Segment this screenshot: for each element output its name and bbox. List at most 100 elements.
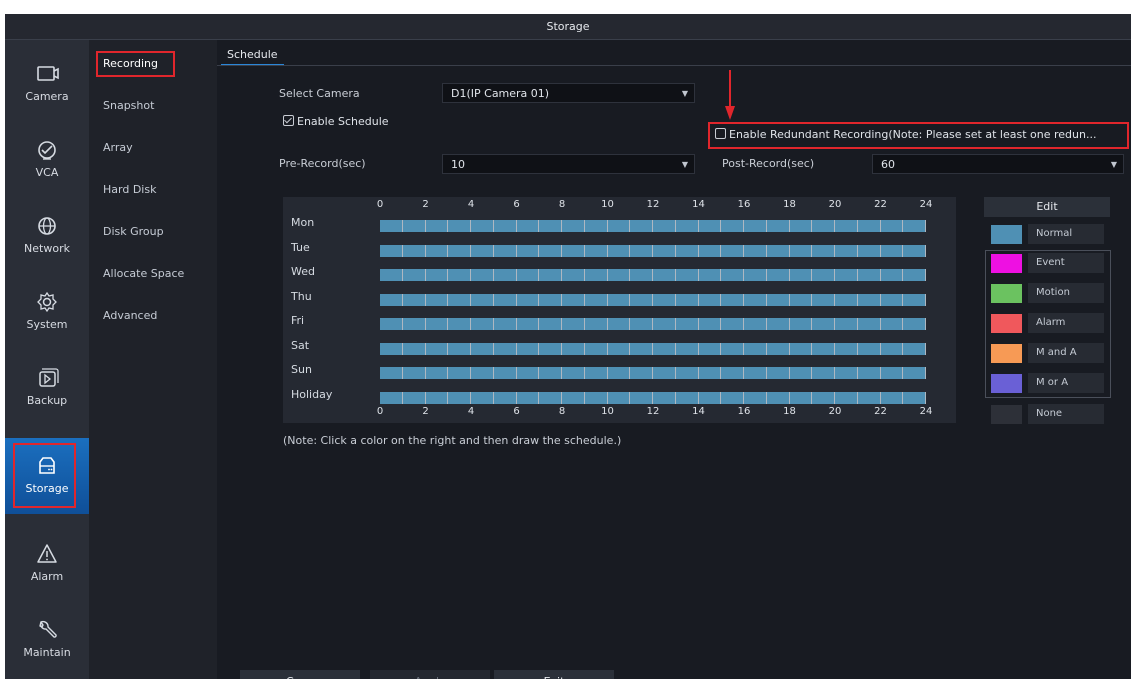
schedule-cell[interactable] <box>721 220 744 232</box>
schedule-cell[interactable] <box>448 220 471 232</box>
submenu-advanced[interactable]: Advanced <box>89 302 217 330</box>
schedule-cell[interactable] <box>698 269 722 281</box>
schedule-cell[interactable] <box>835 318 858 330</box>
schedule-cell[interactable] <box>516 367 540 379</box>
schedule-cell[interactable] <box>630 367 653 379</box>
schedule-cell[interactable] <box>607 220 631 232</box>
schedule-cell[interactable] <box>425 318 449 330</box>
schedule-cell[interactable] <box>766 293 790 306</box>
schedule-cell[interactable] <box>471 367 494 379</box>
schedule-cell[interactable] <box>653 342 676 355</box>
schedule-cell[interactable] <box>789 244 813 257</box>
schedule-cell[interactable] <box>789 367 813 379</box>
legend-item-alarm[interactable]: Alarm <box>984 312 1110 334</box>
nav-item-maintain[interactable]: Maintain <box>5 602 89 678</box>
schedule-cell[interactable] <box>380 318 403 330</box>
schedule-cell[interactable] <box>698 367 722 379</box>
nav-item-vca[interactable]: VCA <box>5 122 89 198</box>
schedule-cell[interactable] <box>698 293 722 306</box>
schedule-grid[interactable]: 0 0 2 2 4 4 6 6 8 8 10 10 12 12 14 14 16 16 18 18 20 20 22 22 24… <box>283 197 956 423</box>
schedule-cell[interactable] <box>675 367 699 379</box>
schedule-cell[interactable] <box>812 220 835 232</box>
color-swatch[interactable] <box>991 374 1022 393</box>
submenu-disk-group[interactable]: Disk Group <box>89 218 217 246</box>
schedule-cell[interactable] <box>698 318 722 330</box>
schedule-cell[interactable] <box>812 269 835 281</box>
schedule-row[interactable] <box>380 220 926 232</box>
schedule-cell[interactable] <box>698 391 722 404</box>
schedule-cell[interactable] <box>516 220 540 232</box>
schedule-cell[interactable] <box>539 318 562 330</box>
schedule-cell[interactable] <box>789 220 813 232</box>
schedule-cell[interactable] <box>516 318 540 330</box>
schedule-cell[interactable] <box>880 244 904 257</box>
camera-select[interactable]: D1(IP Camera 01) ▼ <box>442 83 695 103</box>
schedule-cell[interactable] <box>789 318 813 330</box>
submenu-allocate-space[interactable]: Allocate Space <box>89 260 217 288</box>
schedule-cell[interactable] <box>880 318 904 330</box>
schedule-cell[interactable] <box>675 293 699 306</box>
schedule-cell[interactable] <box>653 391 676 404</box>
schedule-cell[interactable] <box>744 342 767 355</box>
schedule-cell[interactable] <box>562 220 585 232</box>
schedule-cell[interactable] <box>493 269 517 281</box>
schedule-cell[interactable] <box>402 318 426 330</box>
schedule-row[interactable] <box>380 391 926 404</box>
schedule-cell[interactable] <box>539 269 562 281</box>
schedule-cell[interactable] <box>380 342 403 355</box>
submenu-array[interactable]: Array <box>89 134 217 162</box>
edit-button[interactable]: Edit <box>984 197 1110 217</box>
schedule-cell[interactable] <box>744 318 767 330</box>
color-swatch[interactable] <box>991 405 1022 424</box>
schedule-cell[interactable] <box>812 293 835 306</box>
schedule-cell[interactable] <box>630 318 653 330</box>
schedule-cell[interactable] <box>493 318 517 330</box>
schedule-cell[interactable] <box>471 318 494 330</box>
schedule-cell[interactable] <box>789 342 813 355</box>
legend-item-motion[interactable]: Motion <box>984 282 1110 304</box>
schedule-cell[interactable] <box>744 367 767 379</box>
schedule-cell[interactable] <box>653 269 676 281</box>
schedule-cell[interactable] <box>607 391 631 404</box>
schedule-cell[interactable] <box>516 342 540 355</box>
schedule-cell[interactable] <box>471 342 494 355</box>
schedule-cell[interactable] <box>721 367 744 379</box>
submenu-snapshot[interactable]: Snapshot <box>89 92 217 120</box>
schedule-cell[interactable] <box>607 269 631 281</box>
schedule-cell[interactable] <box>835 293 858 306</box>
schedule-cell[interactable] <box>584 293 608 306</box>
schedule-row[interactable] <box>380 367 926 379</box>
schedule-cell[interactable] <box>721 293 744 306</box>
schedule-cell[interactable] <box>380 391 403 404</box>
copy-button[interactable]: Copy <box>240 670 360 679</box>
schedule-cell[interactable] <box>380 367 403 379</box>
schedule-cell[interactable] <box>584 269 608 281</box>
redundant-recording-checkbox[interactable]: Enable Redundant Recording(Note: Please … <box>715 128 1096 141</box>
schedule-cell[interactable] <box>880 367 904 379</box>
schedule-cell[interactable] <box>448 244 471 257</box>
schedule-cell[interactable] <box>425 269 449 281</box>
nav-item-network[interactable]: Network <box>5 198 89 274</box>
schedule-cell[interactable] <box>380 269 403 281</box>
schedule-cell[interactable] <box>880 391 904 404</box>
nav-item-storage[interactable]: Storage <box>5 438 89 514</box>
schedule-cell[interactable] <box>789 293 813 306</box>
nav-item-backup[interactable]: Backup <box>5 350 89 426</box>
schedule-cell[interactable] <box>471 244 494 257</box>
schedule-cell[interactable] <box>448 342 471 355</box>
schedule-cell[interactable] <box>471 391 494 404</box>
schedule-cell[interactable] <box>880 293 904 306</box>
schedule-row[interactable] <box>380 269 926 281</box>
schedule-cell[interactable] <box>721 391 744 404</box>
schedule-cell[interactable] <box>516 293 540 306</box>
schedule-cell[interactable] <box>903 244 926 257</box>
schedule-cell[interactable] <box>835 269 858 281</box>
schedule-cell[interactable] <box>402 293 426 306</box>
schedule-cell[interactable] <box>903 367 926 379</box>
schedule-cell[interactable] <box>766 391 790 404</box>
schedule-cell[interactable] <box>903 293 926 306</box>
schedule-cell[interactable] <box>721 244 744 257</box>
schedule-cell[interactable] <box>630 269 653 281</box>
schedule-cell[interactable] <box>857 391 881 404</box>
post-record-select[interactable]: 60 ▼ <box>872 154 1124 174</box>
